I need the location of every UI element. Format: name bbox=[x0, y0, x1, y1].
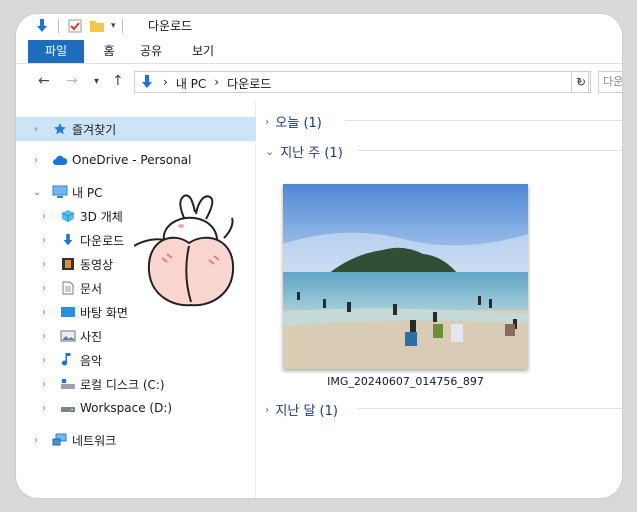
title-bar: ▾ 다운로드 bbox=[16, 14, 622, 40]
chevron-right-icon[interactable]: › bbox=[265, 403, 269, 416]
file-thumbnail[interactable] bbox=[283, 184, 528, 369]
tab-home[interactable]: 홈 bbox=[94, 40, 124, 63]
music-note-icon bbox=[60, 352, 76, 368]
desktop-icon bbox=[60, 304, 76, 320]
chevron-down-icon[interactable]: ⌄ bbox=[33, 187, 41, 198]
file-name-label[interactable]: IMG_20240607_014756_897 bbox=[283, 375, 528, 388]
sidebar-item-label: 동영상 bbox=[80, 257, 114, 272]
forward-arrow-icon[interactable]: → bbox=[66, 73, 78, 89]
tab-share[interactable]: 공유 bbox=[136, 40, 166, 63]
group-label: 오늘 (1) bbox=[275, 116, 322, 131]
group-label: 지난 달 (1) bbox=[275, 404, 338, 419]
document-icon bbox=[60, 280, 76, 296]
sidebar-item-pictures[interactable]: › 사진 bbox=[16, 324, 256, 348]
sidebar-item-local-disk-c[interactable]: › 로컬 디스크 (C:) bbox=[16, 372, 256, 396]
recent-locations-chevron-icon[interactable]: ▾ bbox=[94, 76, 99, 87]
chevron-right-icon[interactable]: › bbox=[42, 307, 46, 318]
chevron-right-icon[interactable]: › bbox=[42, 259, 46, 270]
picture-icon bbox=[60, 328, 76, 344]
chevron-right-icon[interactable]: › bbox=[42, 403, 46, 414]
chevron-right-icon: › bbox=[163, 75, 168, 89]
chevron-right-icon[interactable]: › bbox=[34, 124, 38, 135]
group-today[interactable]: › 오늘 (1) bbox=[265, 112, 622, 131]
breadcrumb-this-pc[interactable]: 내 PC bbox=[176, 75, 206, 92]
search-input[interactable]: 다운로 bbox=[598, 71, 622, 93]
rabbit-peach-sticker bbox=[133, 158, 244, 308]
chevron-right-icon[interactable]: › bbox=[42, 355, 46, 366]
cube-icon bbox=[60, 208, 76, 224]
sidebar-item-label: Workspace (D:) bbox=[80, 401, 173, 415]
sidebar-item-label: 네트워크 bbox=[72, 433, 117, 448]
star-icon bbox=[52, 121, 68, 137]
quick-access-toolbar: ▾ bbox=[34, 18, 129, 34]
drive-icon bbox=[60, 400, 76, 416]
tab-view[interactable]: 보기 bbox=[188, 40, 218, 63]
group-last-week[interactable]: ⌄ 지난 주 (1) bbox=[265, 142, 622, 161]
chevron-right-icon[interactable]: › bbox=[42, 331, 46, 342]
sidebar-item-music[interactable]: › 음악 bbox=[16, 348, 256, 372]
chevron-right-icon[interactable]: › bbox=[265, 115, 269, 128]
sidebar-item-label: 즐겨찾기 bbox=[72, 122, 117, 137]
refresh-button[interactable]: ↻ bbox=[571, 71, 591, 93]
chevron-right-icon[interactable]: › bbox=[34, 155, 38, 166]
sidebar-item-label: 로컬 디스크 (C:) bbox=[80, 377, 165, 392]
back-arrow-icon[interactable]: ← bbox=[38, 73, 50, 89]
sidebar-item-label: 문서 bbox=[80, 281, 103, 296]
up-arrow-icon[interactable]: ↑ bbox=[112, 73, 124, 89]
network-icon bbox=[52, 432, 68, 448]
chevron-right-icon[interactable]: › bbox=[42, 283, 46, 294]
sidebar-item-label: 내 PC bbox=[72, 185, 103, 200]
navigation-bar: ← → ▾ ↑ › 내 PC › 다운로드 ⌄ ↻ 다운로 bbox=[16, 65, 622, 99]
film-icon bbox=[60, 256, 76, 272]
sidebar-item-network[interactable]: › 네트워크 bbox=[16, 428, 256, 452]
sidebar-item-label: 사진 bbox=[80, 329, 103, 344]
sidebar-item-workspace-d[interactable]: › Workspace (D:) bbox=[16, 396, 256, 420]
sidebar-item-label: 바탕 화면 bbox=[80, 305, 128, 320]
chevron-right-icon: › bbox=[214, 75, 220, 89]
breadcrumb-downloads[interactable]: 다운로드 bbox=[227, 75, 271, 92]
chevron-down-icon[interactable]: ⌄ bbox=[265, 145, 274, 158]
ribbon-tabs: 파일 홈 공유 보기 bbox=[16, 40, 622, 64]
chevron-right-icon[interactable]: › bbox=[34, 435, 38, 446]
group-last-month[interactable]: › 지난 달 (1) bbox=[265, 400, 622, 419]
download-arrow-icon bbox=[60, 232, 76, 248]
window-title: 다운로드 bbox=[148, 19, 193, 33]
explorer-window: ▾ 다운로드 파일 홈 공유 보기 ← → ▾ ↑ › 내 PC › 다운로드 … bbox=[16, 14, 622, 498]
file-list-area: › 오늘 (1) ⌄ 지난 주 (1) IMG_20240607_014756_… bbox=[257, 100, 622, 498]
computer-icon bbox=[52, 184, 68, 200]
chevron-right-icon[interactable]: › bbox=[42, 379, 46, 390]
sidebar-item-label: 다운로드 bbox=[80, 233, 125, 248]
sidebar-item-label: 음악 bbox=[80, 353, 103, 368]
download-arrow-icon[interactable] bbox=[34, 18, 50, 34]
sidebar-item-label: 3D 개체 bbox=[80, 209, 123, 224]
customize-dropdown-icon[interactable]: ▾ bbox=[111, 21, 116, 31]
navigation-pane: › 즐겨찾기 › OneDrive - Personal ⌄ 내 PC › 3D… bbox=[16, 100, 256, 498]
new-folder-icon[interactable] bbox=[89, 18, 105, 34]
tab-file[interactable]: 파일 bbox=[28, 40, 84, 63]
cloud-icon bbox=[52, 152, 68, 168]
download-arrow-icon bbox=[139, 74, 155, 90]
address-bar[interactable]: › 내 PC › 다운로드 ⌄ bbox=[134, 71, 589, 93]
group-label: 지난 주 (1) bbox=[280, 146, 343, 161]
breadcrumb: › 내 PC › 다운로드 bbox=[163, 75, 271, 92]
chevron-right-icon[interactable]: › bbox=[42, 211, 46, 222]
sidebar-item-favorites[interactable]: › 즐겨찾기 bbox=[16, 117, 256, 141]
properties-icon[interactable] bbox=[67, 18, 83, 34]
drive-icon bbox=[60, 376, 76, 392]
chevron-right-icon[interactable]: › bbox=[42, 235, 46, 246]
